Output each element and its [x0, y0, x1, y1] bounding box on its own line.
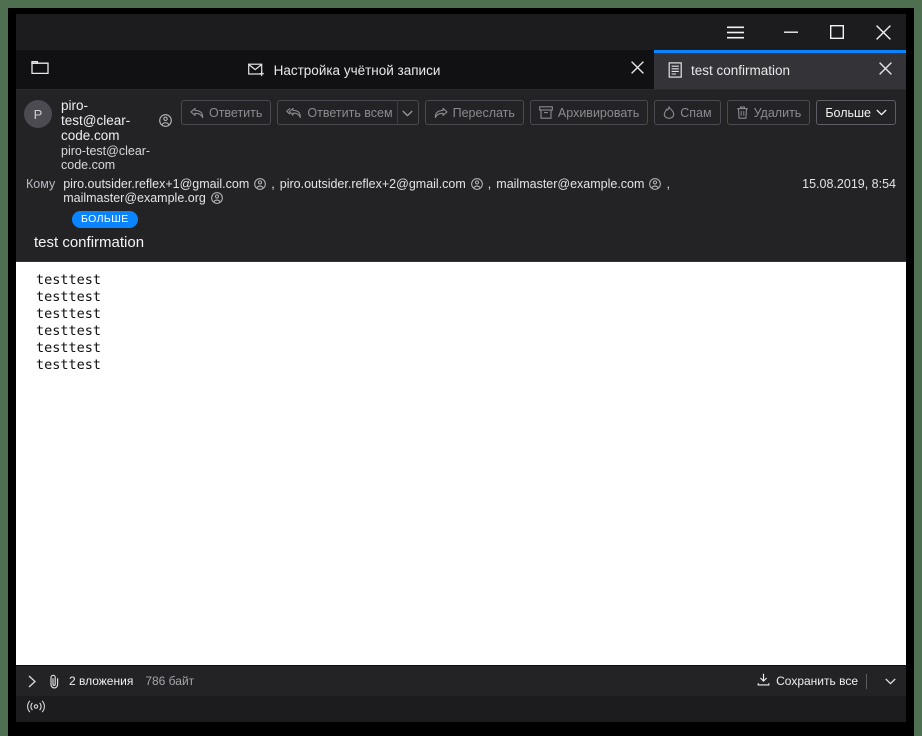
tab-close-test-confirmation[interactable]: [874, 59, 896, 81]
paperclip-icon: [48, 674, 61, 689]
recipient-address: mailmaster@example.com: [496, 177, 645, 191]
tab-label: test confirmation: [691, 62, 791, 78]
sender-email: piro-test@clear-code.com: [61, 144, 151, 172]
more-label: Больше: [825, 105, 871, 120]
save-all-label: Сохранить все: [776, 674, 858, 688]
hamburger-icon: [726, 26, 744, 39]
recipient-address: piro.outsider.reflex+1@gmail.com: [63, 177, 250, 191]
tab-close-account-setup[interactable]: [620, 50, 654, 90]
reply-all-dropdown[interactable]: [396, 100, 419, 125]
recipient-item[interactable]: mailmaster@example.com ,: [496, 177, 675, 191]
message-header: P piro-test@clear-code.com piro-test@cle…: [16, 90, 906, 261]
close-icon: [875, 24, 891, 40]
add-contact-icon[interactable]: [470, 178, 483, 190]
tab-mail-folders[interactable]: [16, 50, 64, 90]
separator: ,: [487, 177, 492, 191]
app-menu-button[interactable]: [712, 14, 758, 50]
tab-account-setup[interactable]: Настройка учётной записи: [64, 50, 620, 90]
add-contact-icon[interactable]: [159, 114, 172, 127]
reply-all-label: Ответить всем: [307, 105, 393, 120]
attachment-count: 2 вложения: [69, 674, 134, 688]
avatar: P: [24, 100, 52, 128]
message-body: testtest testtest testtest testtest test…: [16, 261, 906, 665]
divider: [866, 673, 867, 689]
recipients-row: Кому piro.outsider.reflex+1@gmail.com ,: [16, 176, 906, 205]
minimize-button[interactable]: [768, 14, 814, 50]
message-body-text: testtest testtest testtest testtest test…: [36, 272, 102, 373]
separator: ,: [666, 177, 670, 191]
broadcast-icon[interactable]: [26, 700, 46, 718]
maximize-icon: [830, 25, 844, 39]
reply-icon: [190, 107, 204, 119]
recipient-item[interactable]: piro.outsider.reflex+1@gmail.com ,: [63, 177, 280, 191]
archive-label: Архивировать: [557, 105, 640, 120]
expand-attachments-icon[interactable]: [24, 675, 40, 688]
close-window-button[interactable]: [860, 14, 906, 50]
forward-icon: [434, 107, 448, 119]
forward-button[interactable]: Переслать: [424, 100, 524, 125]
archive-button[interactable]: Архивировать: [529, 100, 649, 125]
reply-label: Ответить: [208, 105, 263, 120]
attachment-bar: 2 вложения 786 байт Сохранить все: [16, 665, 906, 696]
flame-icon: [663, 106, 675, 119]
chevron-down-icon: [402, 104, 413, 122]
tab-bar: Настройка учётной записи test confirmati…: [16, 50, 906, 90]
attachment-size: 786 байт: [145, 674, 195, 688]
message-subject: test confirmation: [34, 234, 145, 251]
message-icon: [668, 62, 683, 78]
save-all-button[interactable]: Сохранить все: [751, 670, 873, 692]
more-badge-row: БОЛЬШЕ: [16, 205, 906, 230]
recipient-item[interactable]: piro.outsider.reflex+2@gmail.com ,: [280, 177, 497, 191]
spam-button[interactable]: Спам: [654, 100, 721, 125]
close-icon: [630, 61, 644, 79]
folder-icon: [31, 60, 49, 80]
more-recipients-badge[interactable]: БОЛЬШЕ: [72, 211, 138, 228]
message-date: 15.08.2019, 8:54: [802, 177, 896, 191]
tab-test-confirmation[interactable]: test confirmation: [654, 50, 906, 90]
more-button[interactable]: Больше: [816, 100, 896, 125]
trash-icon: [736, 106, 749, 119]
delete-label: Удалить: [753, 105, 802, 120]
archive-icon: [539, 106, 553, 119]
sender-name[interactable]: piro-test@clear-code.com: [61, 98, 152, 143]
reply-all-icon: [286, 107, 302, 119]
close-icon: [878, 62, 892, 78]
sender-block: piro-test@clear-code.com piro-test@clear…: [61, 98, 172, 172]
sender-row: P piro-test@clear-code.com piro-test@cle…: [16, 90, 906, 176]
title-bar: [16, 14, 906, 50]
spam-label: Спам: [680, 105, 712, 120]
minimize-icon: [784, 26, 798, 38]
save-all-dropdown[interactable]: [881, 678, 900, 685]
download-icon: [757, 673, 770, 689]
chevron-down-icon: [876, 109, 887, 116]
message-toolbar: Ответить Ответить всем Переслать Архивир…: [180, 98, 896, 125]
status-bar: [16, 696, 906, 722]
add-contact-icon[interactable]: [649, 178, 662, 190]
recipient-address: mailmaster@example.org: [63, 191, 206, 205]
maximize-button[interactable]: [814, 14, 860, 50]
desktop-background: Настройка учётной записи test confirmati…: [0, 0, 922, 736]
reply-button[interactable]: Ответить: [180, 100, 272, 125]
tab-label: Настройка учётной записи: [273, 62, 441, 78]
separator: ,: [271, 177, 275, 191]
reply-all-group: Ответить всем: [277, 100, 419, 125]
recipient-item[interactable]: mailmaster@example.org: [63, 191, 223, 205]
add-contact-icon[interactable]: [254, 178, 267, 190]
sender-name-row: piro-test@clear-code.com: [61, 98, 172, 143]
thunderbird-window: Настройка учётной записи test confirmati…: [16, 14, 906, 722]
delete-button[interactable]: Удалить: [726, 100, 811, 125]
mail-new-icon: [247, 63, 265, 77]
reply-all-button[interactable]: Ответить всем: [277, 100, 397, 125]
forward-label: Переслать: [452, 105, 515, 120]
recipient-list: piro.outsider.reflex+1@gmail.com , piro.…: [63, 177, 794, 205]
recipient-address: piro.outsider.reflex+2@gmail.com: [279, 177, 466, 191]
add-contact-icon[interactable]: [210, 192, 223, 204]
to-label: Кому: [26, 177, 56, 191]
